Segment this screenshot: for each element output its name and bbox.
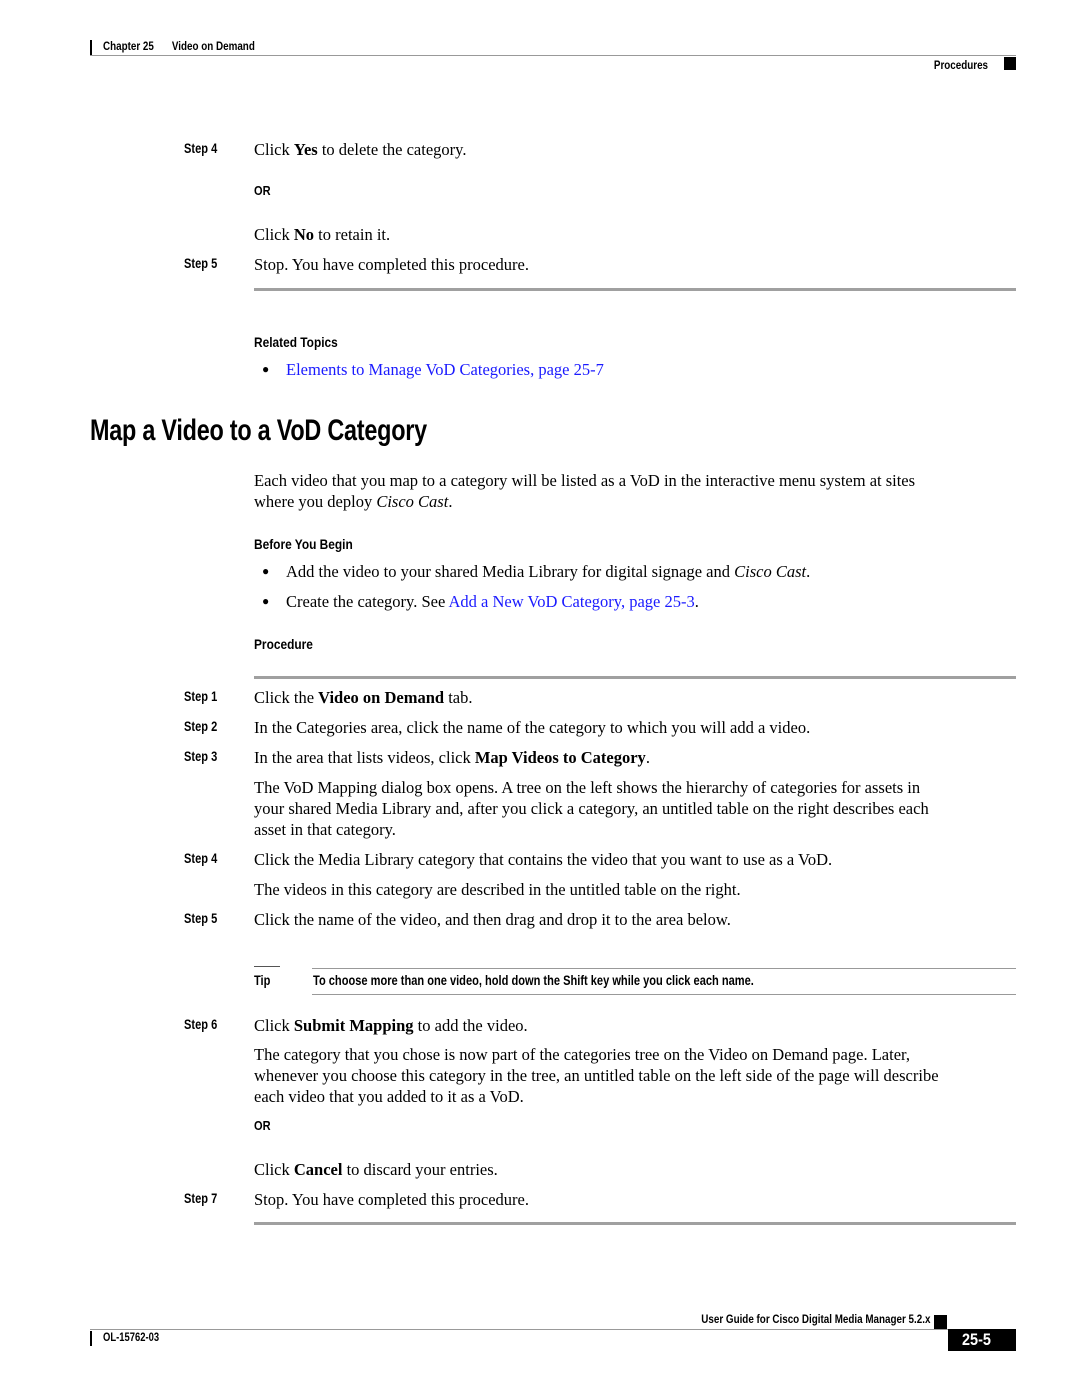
procedure-end-rule bbox=[254, 288, 1016, 291]
bullet-icon: ● bbox=[262, 362, 270, 376]
step-text: Click Submit Mapping to add the video. bbox=[254, 1016, 528, 1035]
step-text: Click Yes to delete the category. bbox=[254, 140, 467, 159]
step-detail: The VoD Mapping dialog box opens. A tree… bbox=[254, 778, 921, 797]
product-name: Cisco Cast bbox=[376, 492, 449, 511]
section-title: Map a Video to a VoD Category bbox=[90, 414, 427, 447]
or-separator: OR bbox=[254, 1118, 271, 1133]
step-label: Step 5 bbox=[184, 256, 218, 271]
step-label: Step 7 bbox=[184, 1191, 218, 1206]
page-number-box: 25-5 bbox=[948, 1329, 1016, 1351]
footer-rule bbox=[90, 1329, 950, 1330]
related-topics-heading: Related Topics bbox=[254, 334, 338, 350]
header-rule bbox=[90, 55, 1016, 56]
prerequisite-item: Create the category. See Add a New VoD C… bbox=[286, 592, 699, 611]
step-label: Step 4 bbox=[184, 141, 218, 156]
bullet-icon: ● bbox=[262, 564, 270, 578]
footer-marker-square bbox=[934, 1315, 947, 1329]
chapter-title: Video on Demand bbox=[171, 39, 255, 53]
ui-term-yes: Yes bbox=[293, 140, 318, 159]
step-text: Click the Media Library category that co… bbox=[254, 850, 833, 869]
document-number: OL-15762-03 bbox=[103, 1332, 160, 1344]
ui-term: Cancel bbox=[293, 1160, 343, 1179]
tip-rule-bottom bbox=[312, 994, 1016, 995]
step-detail: The category that you chose is now part … bbox=[254, 1045, 910, 1064]
procedure-heading: Procedure bbox=[254, 636, 313, 652]
related-topic-link[interactable]: Elements to Manage VoD Categories, page … bbox=[286, 359, 604, 380]
ui-term: Map Videos to Category bbox=[474, 748, 646, 767]
bullet-icon: ● bbox=[262, 594, 270, 608]
intro-paragraph: Each video that you map to a category wi… bbox=[254, 471, 916, 490]
add-category-link[interactable]: Add a New VoD Category, page 25-3 bbox=[448, 592, 694, 611]
step-text: Stop. You have completed this procedure. bbox=[254, 1190, 529, 1209]
step-label: Step 1 bbox=[184, 689, 218, 704]
step-text: Click the name of the video, and then dr… bbox=[254, 910, 731, 929]
step-text: Stop. You have completed this procedure. bbox=[254, 255, 529, 274]
step-detail: your shared Media Library and, after you… bbox=[254, 799, 929, 818]
guide-title: User Guide for Cisco Digital Media Manag… bbox=[700, 1312, 930, 1326]
step-text: Click No to retain it. bbox=[254, 225, 391, 244]
step-detail: The videos in this category are describe… bbox=[254, 880, 741, 899]
page-number: 25-5 bbox=[962, 1330, 991, 1349]
ui-term: Submit Mapping bbox=[293, 1016, 414, 1035]
step-label: Step 2 bbox=[184, 719, 218, 734]
procedure-end-rule bbox=[254, 1222, 1016, 1225]
step-text: Click the Video on Demand tab. bbox=[254, 688, 473, 707]
step-label: Step 4 bbox=[184, 851, 218, 866]
step-text: In the Categories area, click the name o… bbox=[254, 718, 811, 737]
step-label: Step 6 bbox=[184, 1017, 218, 1032]
intro-paragraph-cont: where you deploy Cisco Cast. bbox=[254, 492, 453, 511]
procedure-start-rule bbox=[254, 676, 1016, 679]
step-alt-text: Click Cancel to discard your entries. bbox=[254, 1160, 498, 1179]
step-detail: asset in that category. bbox=[254, 820, 396, 839]
chapter-number: Chapter 25 bbox=[103, 39, 154, 53]
step-detail: each video that you added to it as a VoD… bbox=[254, 1087, 524, 1106]
before-you-begin-heading: Before You Begin bbox=[254, 536, 353, 552]
prerequisite-item: Add the video to your shared Media Libra… bbox=[286, 562, 811, 581]
header-marker-square bbox=[1004, 57, 1016, 70]
tip-label: Tip bbox=[254, 973, 271, 988]
tip-rule-top bbox=[312, 968, 1016, 969]
step-text: In the area that lists videos, click Map… bbox=[254, 748, 650, 767]
ui-term-no: No bbox=[293, 225, 315, 244]
tip-marker-rule bbox=[254, 966, 280, 967]
step-label: Step 3 bbox=[184, 749, 218, 764]
tip-text: To choose more than one video, hold down… bbox=[313, 973, 754, 988]
step-label: Step 5 bbox=[184, 911, 218, 926]
ui-term: Video on Demand bbox=[318, 688, 445, 707]
or-separator: OR bbox=[254, 183, 271, 198]
header-margin-bar bbox=[90, 40, 92, 55]
footer-margin-bar bbox=[90, 1331, 92, 1346]
running-header: Chapter 25 Video on Demand bbox=[103, 39, 255, 53]
section-name: Procedures bbox=[933, 58, 988, 72]
step-detail: whenever you choose this category in the… bbox=[254, 1066, 939, 1085]
